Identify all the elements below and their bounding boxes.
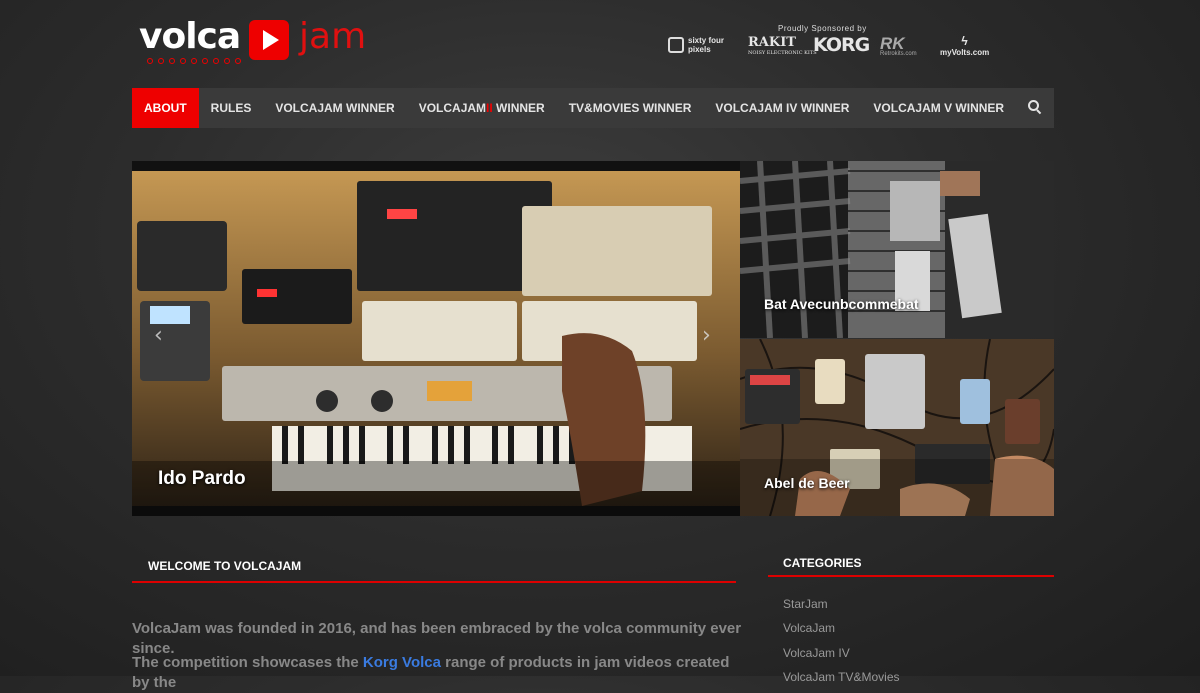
nav-rules[interactable]: RULES	[199, 88, 264, 128]
sixty-four-line1: sixty four	[688, 36, 725, 45]
sponsor-rakit-logo[interactable]: RAKIT NOISY ELECTRONIC KITS	[748, 35, 817, 56]
logo-volca-text: volca	[139, 16, 241, 57]
nav-volcajam-v-winner[interactable]: VOLCAJAM V WINNER	[861, 88, 1016, 128]
thumb1-caption[interactable]: Bat Avecunbcommebat	[764, 296, 919, 312]
pixel-face-icon	[668, 37, 684, 53]
main-slide-image	[132, 161, 740, 516]
play-icon	[249, 20, 289, 60]
categories-title: CATEGORIES	[783, 556, 862, 570]
slider-prev-arrow[interactable]: ‹	[154, 323, 163, 348]
nav-volcajam-ii-text: VOLCAJAM	[418, 101, 487, 115]
rakit-subtitle: NOISY ELECTRONIC KITS	[748, 50, 817, 56]
sponsor-korg-logo[interactable]: KORG	[813, 34, 870, 56]
welcome-title: WELCOME TO VOLCAJAM	[148, 559, 302, 573]
nav-volcajam-winner[interactable]: VOLCAJAM WINNER	[263, 88, 406, 128]
nav-volcajam-iv-winner[interactable]: VOLCAJAM IV WINNER	[703, 88, 861, 128]
category-item[interactable]: VolcaJam	[783, 621, 835, 635]
welcome-p2-before: The competition showcases the	[132, 654, 359, 671]
myvolts-text: myVolts.com	[940, 48, 990, 57]
nav-volcajam-ii-winner[interactable]: VOLCAJAMII WINNER	[407, 88, 557, 128]
sponsor-myvolts-logo[interactable]: ϟ myVolts.com	[940, 34, 989, 57]
sponsors-bar: Proudly Sponsored by sixty four pixels RA…	[668, 24, 993, 64]
slide-thumb-2[interactable]: Abel de Beer	[740, 339, 1054, 516]
nav-about[interactable]: ABOUT	[132, 88, 199, 128]
category-item[interactable]: VolcaJam TV&Movies	[783, 670, 900, 684]
sponsors-title: Proudly Sponsored by	[778, 24, 867, 33]
rk-subtitle: Retrokits.com	[880, 51, 917, 57]
logo-jam-text: jam	[299, 16, 367, 57]
sponsor-sixty-four-pixels-logo[interactable]: sixty four pixels	[668, 36, 724, 54]
featured-slider[interactable]: ‹ › Ido Pardo	[132, 161, 740, 516]
welcome-paragraph-2: The competition showcases the Korg Volca…	[132, 653, 742, 693]
category-item[interactable]: StarJam	[783, 597, 828, 611]
main-nav: ABOUT RULES VOLCAJAM WINNER VOLCAJAMII W…	[132, 88, 1054, 128]
rakit-text: RAKIT	[748, 35, 796, 50]
nav-volcajam-ii-winner-text: WINNER	[496, 101, 545, 115]
sixty-four-line2: pixels	[688, 45, 711, 54]
logo-dots	[147, 58, 241, 64]
search-icon[interactable]	[1028, 100, 1042, 115]
categories-title-underline	[768, 575, 1054, 577]
nav-tv-movies-winner[interactable]: TV&MOVIES WINNER	[557, 88, 704, 128]
welcome-title-underline	[132, 581, 736, 583]
main-slide-caption[interactable]: Ido Pardo	[158, 468, 246, 490]
slide-thumb-1[interactable]: Bat Avecunbcommebat	[740, 161, 1054, 338]
thumb2-caption[interactable]: Abel de Beer	[764, 475, 850, 491]
lightning-icon: ϟ	[961, 34, 968, 48]
korg-volca-link[interactable]: Korg Volca	[363, 654, 441, 671]
sponsor-retrokits-logo[interactable]: RK Retrokits.com	[880, 34, 917, 57]
category-item[interactable]: VolcaJam IV	[783, 646, 850, 660]
nav-roman-two: II	[486, 101, 493, 115]
slider-next-arrow[interactable]: ›	[702, 323, 711, 348]
